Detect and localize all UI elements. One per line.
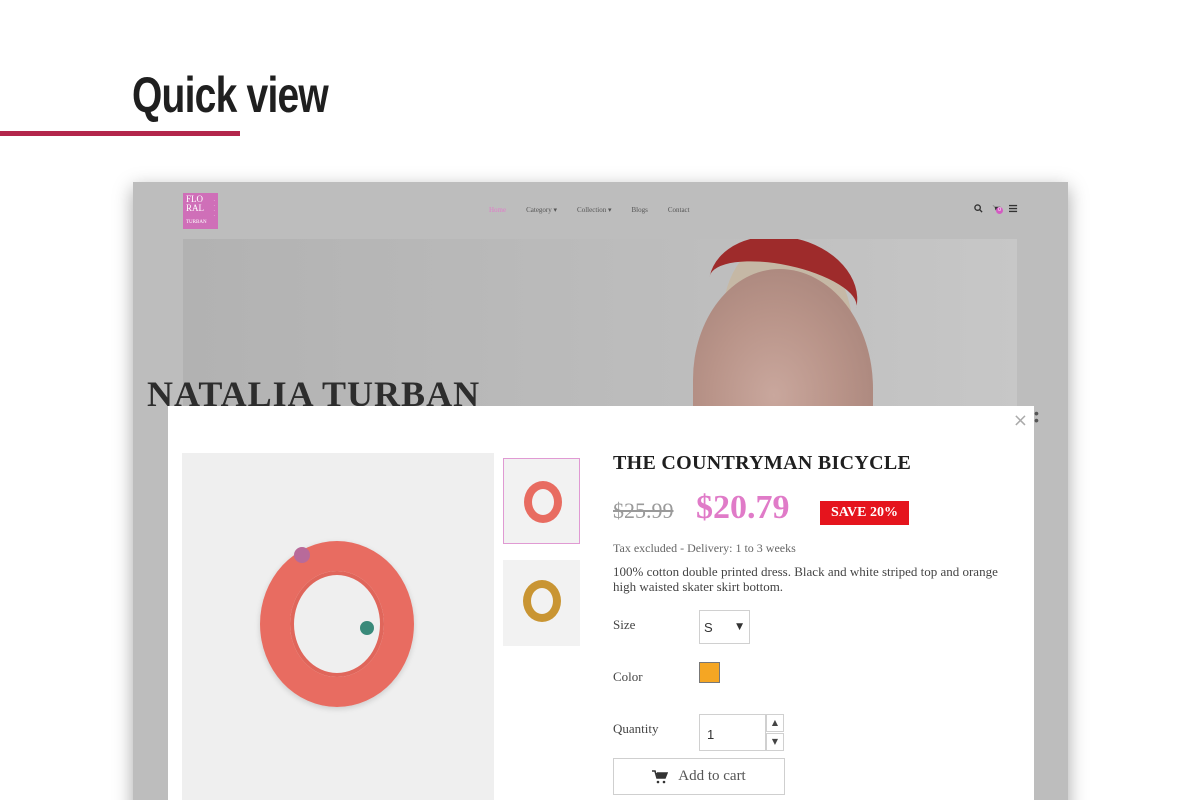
thumbnail-turban-pink [524, 481, 562, 523]
more-options-icon[interactable]: • • [1034, 406, 1039, 427]
size-value: S [704, 620, 713, 635]
discount-badge: SAVE 20% [820, 501, 909, 525]
logo-subtext: TURBAN [186, 220, 207, 225]
search-icon[interactable] [974, 204, 983, 215]
add-to-cart-button[interactable]: Add to cart [613, 758, 785, 795]
product-name: THE COUNTRYMAN BICYCLE [613, 452, 912, 474]
quick-view-modal: × THE COUNTRYMAN BICYCLE $25.99 $20.79 S… [168, 406, 1034, 800]
site-header: FLO RAL · · · · TURBAN Home Category ▾ Coll… [133, 182, 1068, 238]
product-thumbnail-1[interactable] [503, 458, 580, 544]
chevron-down-icon: ▼ [736, 622, 743, 632]
quantity-input[interactable]: 1 [699, 714, 766, 751]
nav-item-blogs[interactable]: Blogs [631, 206, 647, 214]
nav-item-home[interactable]: Home [489, 206, 506, 214]
size-label: Size [613, 617, 636, 632]
tax-delivery-note: Tax excluded - Delivery: 1 to 3 weeks [613, 541, 796, 555]
nav-item-category[interactable]: Category ▾ [526, 206, 557, 214]
cart-icon[interactable]: 0 [991, 204, 1003, 215]
thumbnail-turban-gold [523, 580, 561, 622]
product-thumbnail-2[interactable] [503, 560, 580, 646]
product-description: 100% cotton double printed dress. Black … [613, 564, 998, 594]
turban-image [260, 541, 414, 707]
quantity-label: Quantity [613, 721, 659, 736]
menu-icon[interactable] [1009, 204, 1018, 215]
close-icon[interactable]: × [1013, 410, 1028, 431]
old-price: $25.99 [613, 498, 674, 523]
nav-item-collection[interactable]: Collection ▾ [577, 206, 611, 214]
color-swatch-orange[interactable] [699, 662, 720, 683]
header-icons: 0 [974, 204, 1018, 215]
current-price: $20.79 [696, 489, 790, 526]
size-select[interactable]: S ▼ [699, 610, 750, 644]
logo-dots: · · · · [213, 199, 215, 219]
color-label: Color [613, 669, 643, 684]
quantity-decrease-button[interactable]: ▼ [766, 733, 784, 751]
main-nav: Home Category ▾ Collection ▾ Blogs Conta… [489, 206, 690, 214]
cart-count-badge: 0 [996, 207, 1003, 214]
quantity-increase-button[interactable]: ▲ [766, 714, 784, 732]
cart-icon [652, 769, 669, 784]
store-logo[interactable]: FLO RAL · · · · TURBAN [183, 193, 218, 229]
title-underline [0, 131, 240, 136]
slide: Quick view FLO RAL · · · · TURBAN Home Cate… [0, 0, 1200, 800]
slide-title: Quick view [132, 67, 329, 123]
add-to-cart-label: Add to cart [678, 768, 746, 784]
product-main-image [182, 453, 494, 800]
nav-item-contact[interactable]: Contact [668, 206, 690, 214]
